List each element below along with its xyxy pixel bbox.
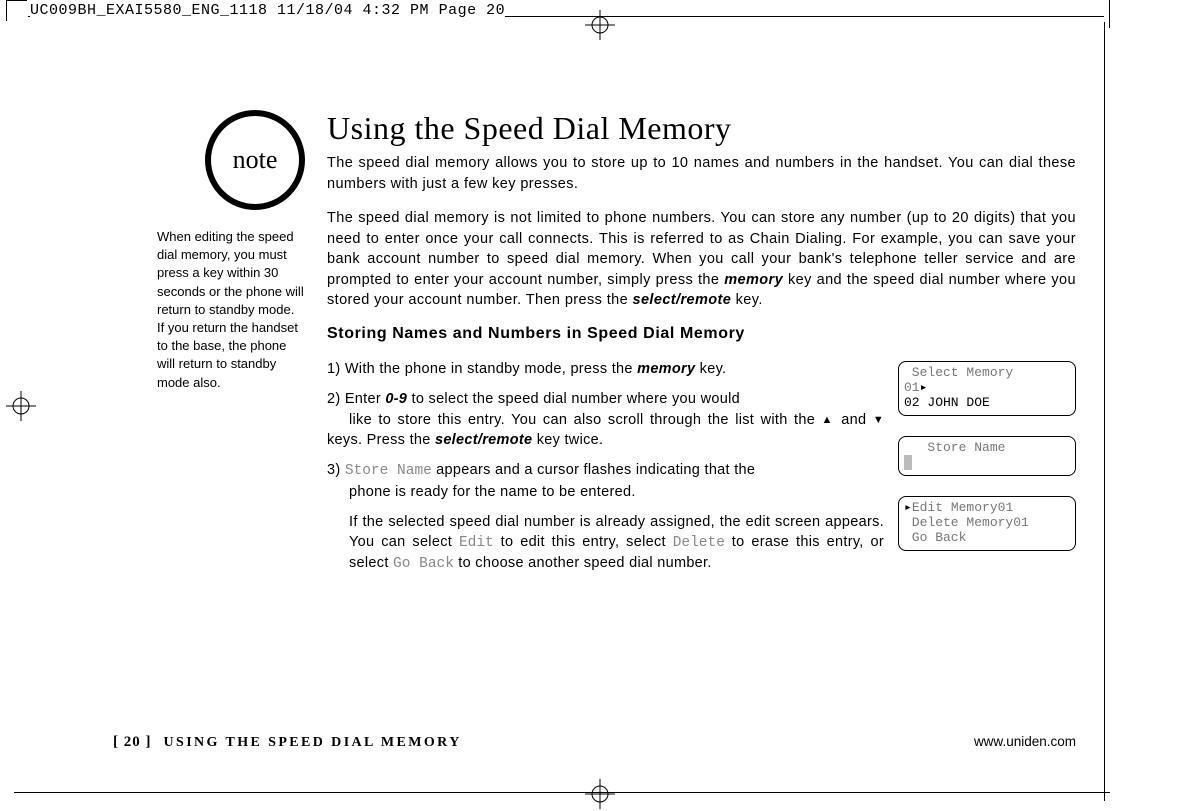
- intro-paragraph-2: The speed dial memory is not limited to …: [327, 208, 1076, 311]
- steps: 1) With the phone in standby mode, press…: [327, 359, 884, 585]
- footer-url: www.uniden.com: [974, 734, 1076, 749]
- footer-title: USING THE SPEED DIAL MEMORY: [164, 735, 462, 751]
- step-3: 3) Store Name appears and a cursor flash…: [327, 460, 884, 502]
- registration-mark-top: [585, 10, 615, 40]
- section-heading: Storing Names and Numbers in Speed Dial …: [327, 325, 1076, 343]
- step-3b: If the selected speed dial number is alr…: [327, 512, 884, 575]
- main-column: Using the Speed Dial Memory The speed di…: [313, 110, 1076, 727]
- page-number: [ 20 ]: [113, 734, 152, 751]
- lcd-store-name: Store Name a: [898, 436, 1076, 476]
- step-2: 2) Enter 0-9 to select the speed dial nu…: [327, 389, 884, 450]
- slug-line: UC009BH_EXAI5580_ENG_1118 11/18/04 4:32 …: [30, 2, 505, 19]
- crop-tick-top-right: [1109, 0, 1110, 28]
- lcd-edit-menu: ▸Edit Memory01 Delete Memory01 Go Back: [898, 496, 1076, 551]
- step-1: 1) With the phone in standby mode, press…: [327, 359, 884, 379]
- trim-line-right: [1104, 22, 1105, 801]
- footer: [ 20 ] USING THE SPEED DIAL MEMORY www.u…: [113, 734, 1076, 751]
- intro-paragraph-1: The speed dial memory allows you to stor…: [327, 153, 1076, 194]
- lcd-screens: Select Memory 01▸ 02 JOHN DOE Store Name…: [898, 359, 1076, 551]
- page-title: Using the Speed Dial Memory: [327, 110, 1076, 147]
- lcd-select-memory: Select Memory 01▸ 02 JOHN DOE: [898, 361, 1076, 416]
- note-badge: note: [205, 110, 305, 210]
- registration-mark-left: [6, 391, 36, 421]
- trim-line-bottom: [14, 792, 1110, 793]
- content-area: note When editing the speed dial memory,…: [113, 110, 1076, 727]
- sidebar: note When editing the speed dial memory,…: [113, 110, 313, 727]
- crop-mark-top-left: [6, 0, 27, 21]
- registration-mark-bottom: [585, 779, 615, 809]
- note-text: When editing the speed dial memory, you …: [157, 228, 305, 392]
